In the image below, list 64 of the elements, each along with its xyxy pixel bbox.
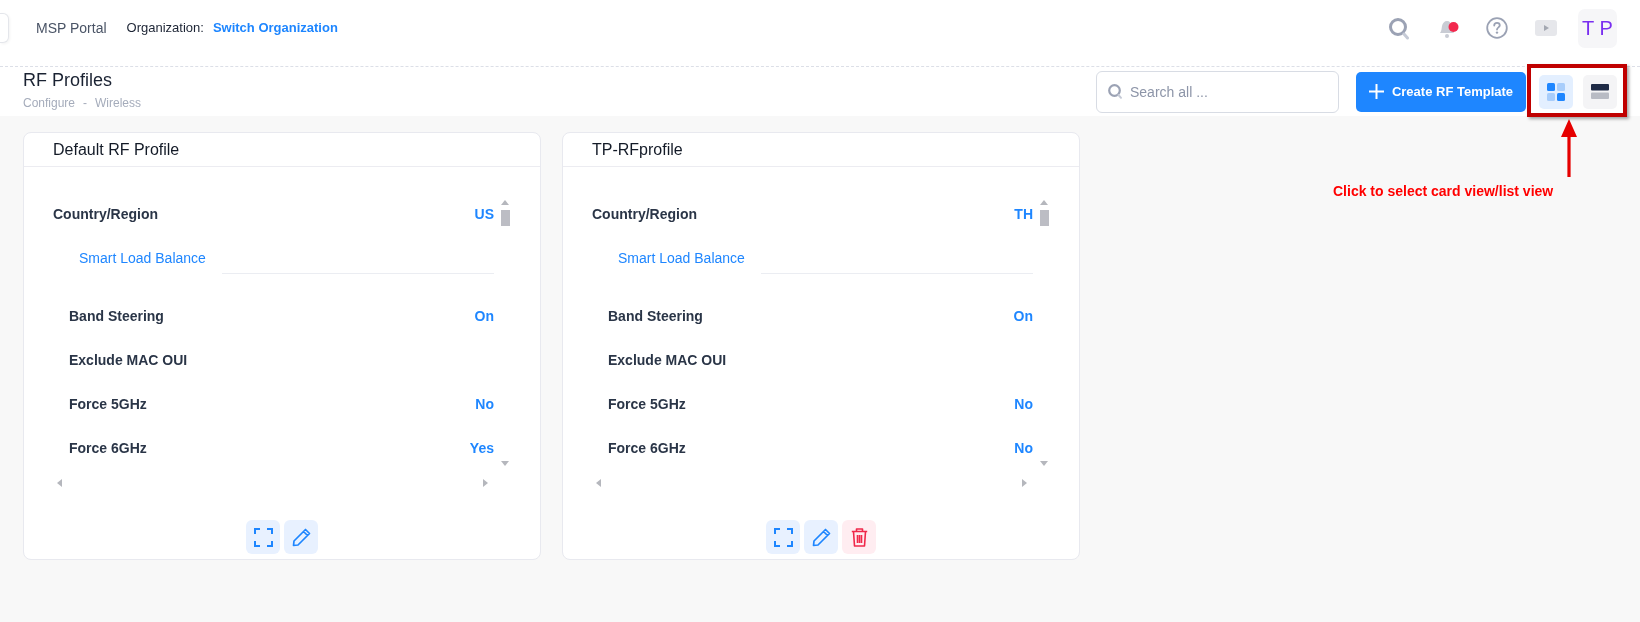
scroll-down-arrow-icon[interactable] xyxy=(1040,461,1048,466)
video-icon[interactable] xyxy=(1535,20,1557,36)
edit-button[interactable] xyxy=(804,520,838,554)
grid-icon xyxy=(1547,82,1565,101)
switch-organization-link[interactable]: Switch Organization xyxy=(212,18,338,38)
setting-label: Force 6GHz xyxy=(608,438,686,458)
organization-label: Organization: xyxy=(126,19,204,38)
expand-icon xyxy=(253,527,273,547)
setting-label: Band Steering xyxy=(69,306,164,326)
search-icon xyxy=(1108,83,1122,99)
breadcrumb-item[interactable]: Configure xyxy=(23,95,76,111)
trash-icon xyxy=(850,527,868,547)
setting-label: Band Steering xyxy=(608,306,703,326)
delete-button[interactable] xyxy=(842,520,876,554)
setting-value: No xyxy=(1014,438,1033,458)
user-avatar[interactable]: T P xyxy=(1578,8,1617,48)
expand-button[interactable] xyxy=(766,520,800,554)
scroll-down-arrow-icon[interactable] xyxy=(501,461,509,466)
expand-icon xyxy=(773,527,793,547)
page-title: RF Profiles xyxy=(23,69,113,91)
scroll-left-arrow-icon[interactable] xyxy=(57,479,62,487)
portal-name: MSP Portal xyxy=(36,18,107,38)
setting-value: Yes xyxy=(469,438,494,458)
setting-value: No xyxy=(1014,394,1033,414)
setting-value: TH xyxy=(1014,204,1033,224)
setting-label: Force 6GHz xyxy=(69,438,147,458)
setting-label: Force 5GHz xyxy=(69,394,147,414)
search-icon[interactable] xyxy=(1388,16,1410,40)
setting-value: On xyxy=(474,306,494,326)
plus-icon xyxy=(1368,84,1384,99)
setting-label: Force 5GHz xyxy=(608,394,686,414)
profile-title: TP-RFprofile xyxy=(592,139,683,160)
scroll-up-arrow-icon[interactable] xyxy=(1040,200,1048,205)
list-view-button[interactable] xyxy=(1583,74,1617,109)
pencil-icon xyxy=(291,527,311,547)
setting-label: Exclude MAC OUI xyxy=(608,350,727,370)
setting-label: Country/Region xyxy=(592,204,697,224)
help-icon[interactable] xyxy=(1486,17,1508,39)
breadcrumb-separator: - xyxy=(83,95,88,111)
scroll-right-arrow-icon[interactable] xyxy=(1022,479,1027,487)
section-title: Smart Load Balance xyxy=(618,249,745,268)
search-field[interactable]: Search all ... xyxy=(1096,70,1339,113)
scrollbar-thumb[interactable] xyxy=(1039,210,1049,226)
setting-label: Country/Region xyxy=(53,204,158,224)
annotation-arrow xyxy=(1561,119,1577,177)
edge-button[interactable] xyxy=(0,13,9,43)
setting-value: On xyxy=(1013,306,1033,326)
setting-label: Exclude MAC OUI xyxy=(69,350,188,370)
breadcrumb-item[interactable]: Wireless xyxy=(95,95,142,111)
setting-value: No xyxy=(475,394,494,414)
profile-title: Default RF Profile xyxy=(53,139,180,160)
list-icon xyxy=(1591,84,1609,99)
scroll-up-arrow-icon[interactable] xyxy=(501,200,509,205)
card-view-button[interactable] xyxy=(1539,74,1573,109)
edit-button[interactable] xyxy=(284,520,318,554)
create-template-button[interactable]: Create RF Template xyxy=(1356,71,1526,112)
annotation-text: Click to select card view/list view xyxy=(1333,182,1554,200)
pencil-icon xyxy=(811,527,831,547)
setting-value: US xyxy=(474,204,494,224)
scroll-right-arrow-icon[interactable] xyxy=(483,479,488,487)
scroll-left-arrow-icon[interactable] xyxy=(596,479,601,487)
scrollbar-thumb[interactable] xyxy=(500,210,510,226)
expand-button[interactable] xyxy=(246,520,280,554)
section-title: Smart Load Balance xyxy=(79,249,206,268)
